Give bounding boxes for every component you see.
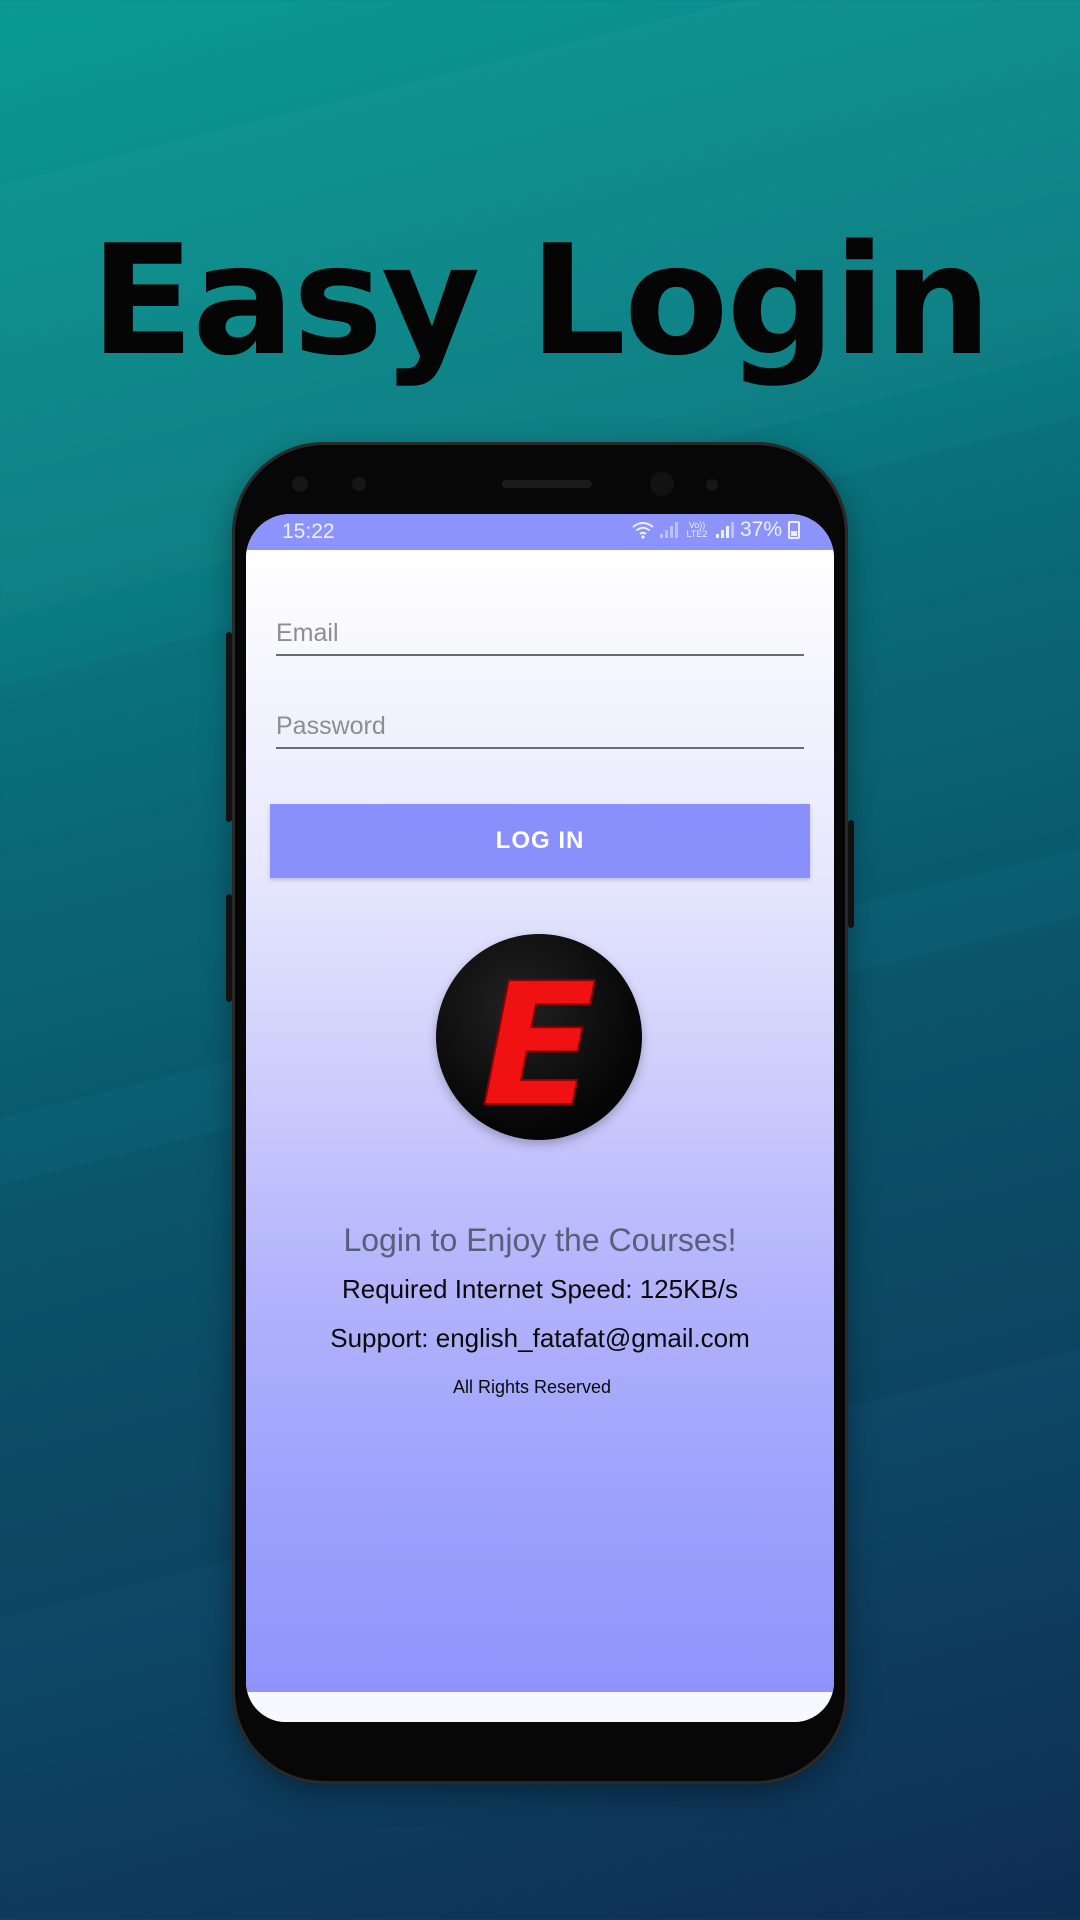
signal-icon — [659, 522, 678, 538]
speed-requirement: Required Internet Speed: 125KB/s — [341, 1274, 739, 1304]
battery-icon — [788, 521, 800, 539]
app-logo: E — [436, 934, 642, 1140]
tagline: Login to Enjoy the Courses! — [343, 1222, 737, 1258]
phone-speaker — [502, 480, 592, 488]
password-field[interactable] — [276, 707, 804, 745]
sensor-icon — [352, 477, 366, 491]
navigation-bar — [246, 1692, 834, 1722]
login-button[interactable]: LOG IN — [270, 804, 810, 878]
rights-notice: All Rights Reserved — [452, 1377, 612, 1397]
camera-icon — [292, 476, 308, 492]
login-screen: LOG IN E Login to Enjoy the Courses! Req… — [246, 550, 834, 1692]
phone-frame: 15:22 Vo)) LTE2 37% Email LOG IN E Login… — [226, 442, 854, 1784]
password-field-container — [276, 707, 804, 749]
logo-letter: E — [481, 947, 597, 1140]
headline: Easy Login — [90, 212, 991, 389]
phone-side-button — [226, 894, 232, 1002]
phone-screen: 15:22 Vo)) LTE2 37% Email LOG IN E Login… — [246, 514, 834, 1722]
wifi-icon — [632, 522, 654, 539]
email-field[interactable] — [276, 614, 804, 652]
phone-side-button — [226, 632, 232, 822]
battery-percent: 37% — [739, 518, 782, 541]
status-time: 15:22 — [282, 520, 335, 543]
email-field-container — [276, 614, 804, 656]
network-type-label: Vo)) LTE2 — [686, 520, 708, 539]
signal-icon — [715, 522, 734, 538]
camera-icon — [650, 472, 674, 496]
status-bar: 15:22 Vo)) LTE2 37% — [246, 514, 834, 550]
phone-side-button — [848, 820, 854, 928]
sensor-icon — [706, 479, 718, 491]
logo-letter-icon: E — [480, 946, 598, 1140]
support-email: Support: english_fatafat@gmail.com — [330, 1323, 750, 1353]
